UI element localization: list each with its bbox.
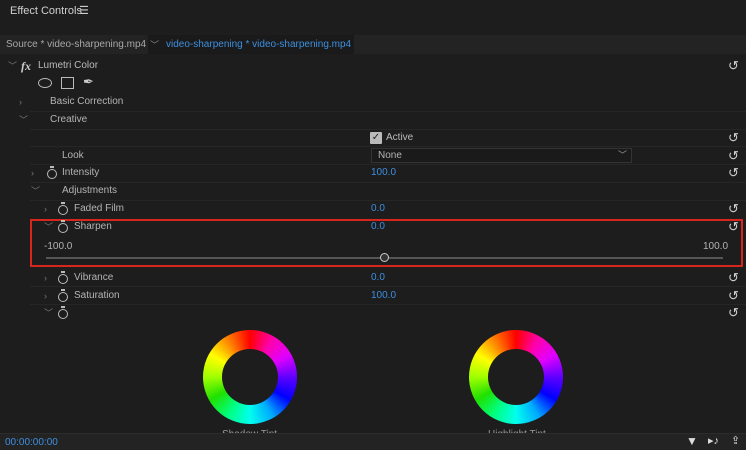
slider-max: 100.0 [703, 241, 728, 252]
reset-icon[interactable]: ↺ [728, 59, 739, 73]
slider-min: -100.0 [44, 241, 72, 252]
chevron-right-icon[interactable]: › [44, 269, 47, 287]
adjustments-label: Adjustments [62, 182, 117, 200]
look-label: Look [62, 147, 84, 165]
saturation-label: Saturation [74, 287, 120, 305]
vibrance-label: Vibrance [74, 269, 113, 287]
chevron-right-icon[interactable]: › [19, 93, 22, 111]
tab-source[interactable]: Source * video-sharpening.mp4 [6, 39, 146, 50]
highlight-tint-wheel[interactable] [469, 330, 563, 424]
chevron-down-icon[interactable]: ﹀ [31, 182, 40, 200]
section-basic-correction[interactable]: Basic Correction [50, 93, 123, 111]
pen-mask-icon[interactable]: ✒ [83, 74, 94, 90]
sharpen-label: Sharpen [74, 218, 112, 236]
ellipse-mask-icon[interactable] [38, 78, 52, 88]
stopwatch-icon[interactable] [58, 309, 68, 319]
hamburger-icon[interactable]: ☰ [79, 4, 89, 17]
look-value: None [378, 150, 402, 161]
rectangle-mask-icon[interactable] [61, 77, 74, 89]
reset-icon[interactable]: ↺ [728, 131, 739, 145]
faded-film-value[interactable]: 0.0 [371, 200, 385, 218]
section-creative[interactable]: Creative [50, 111, 87, 129]
chevron-down-icon[interactable]: ﹀ [150, 38, 159, 51]
fx-icon[interactable]: fx [21, 57, 31, 75]
chevron-right-icon[interactable]: › [44, 287, 47, 305]
reset-icon[interactable]: ↺ [728, 306, 739, 320]
saturation-value[interactable]: 100.0 [371, 287, 396, 305]
footer-bar [0, 433, 746, 450]
chevron-down-icon[interactable]: ﹀ [8, 57, 17, 75]
stopwatch-icon[interactable] [47, 169, 57, 179]
stopwatch-icon[interactable] [58, 274, 68, 284]
reset-icon[interactable]: ↺ [728, 220, 739, 234]
timecode[interactable]: 00:00:00:00 [5, 437, 58, 448]
slider-thumb[interactable] [380, 253, 389, 262]
stopwatch-icon[interactable] [58, 292, 68, 302]
chevron-down-icon: ﹀ [618, 149, 627, 162]
intensity-label: Intensity [62, 164, 99, 182]
stopwatch-icon[interactable] [58, 205, 68, 215]
reset-icon[interactable]: ↺ [728, 149, 739, 163]
shadow-tint-wheel[interactable] [203, 330, 297, 424]
sharpen-value[interactable]: 0.0 [371, 218, 385, 236]
tab-sequence[interactable]: video-sharpening * video-sharpening.mp4 [148, 35, 354, 54]
reset-icon[interactable]: ↺ [728, 166, 739, 180]
chevron-right-icon[interactable]: › [31, 164, 34, 182]
look-dropdown[interactable]: None ﹀ [371, 148, 632, 163]
chevron-down-icon[interactable]: ﹀ [44, 218, 53, 236]
panel-title: Effect Controls [10, 5, 82, 17]
reset-icon[interactable]: ↺ [728, 289, 739, 303]
active-label: Active [386, 129, 413, 147]
export-icon[interactable]: ⇪ [731, 434, 740, 447]
chevron-right-icon[interactable]: › [44, 200, 47, 218]
effect-name: Lumetri Color [38, 57, 98, 75]
play-audio-icon[interactable]: ▸♪ [708, 434, 719, 447]
filter-icon[interactable]: ▼ [686, 434, 698, 448]
active-checkbox[interactable]: ✓ [370, 132, 382, 144]
reset-icon[interactable]: ↺ [728, 202, 739, 216]
stopwatch-icon[interactable] [58, 223, 68, 233]
intensity-value[interactable]: 100.0 [371, 164, 396, 182]
vibrance-value[interactable]: 0.0 [371, 269, 385, 287]
chevron-down-icon[interactable]: ﹀ [19, 111, 28, 129]
chevron-down-icon[interactable]: ﹀ [44, 304, 53, 322]
reset-icon[interactable]: ↺ [728, 271, 739, 285]
faded-film-label: Faded Film [74, 200, 124, 218]
